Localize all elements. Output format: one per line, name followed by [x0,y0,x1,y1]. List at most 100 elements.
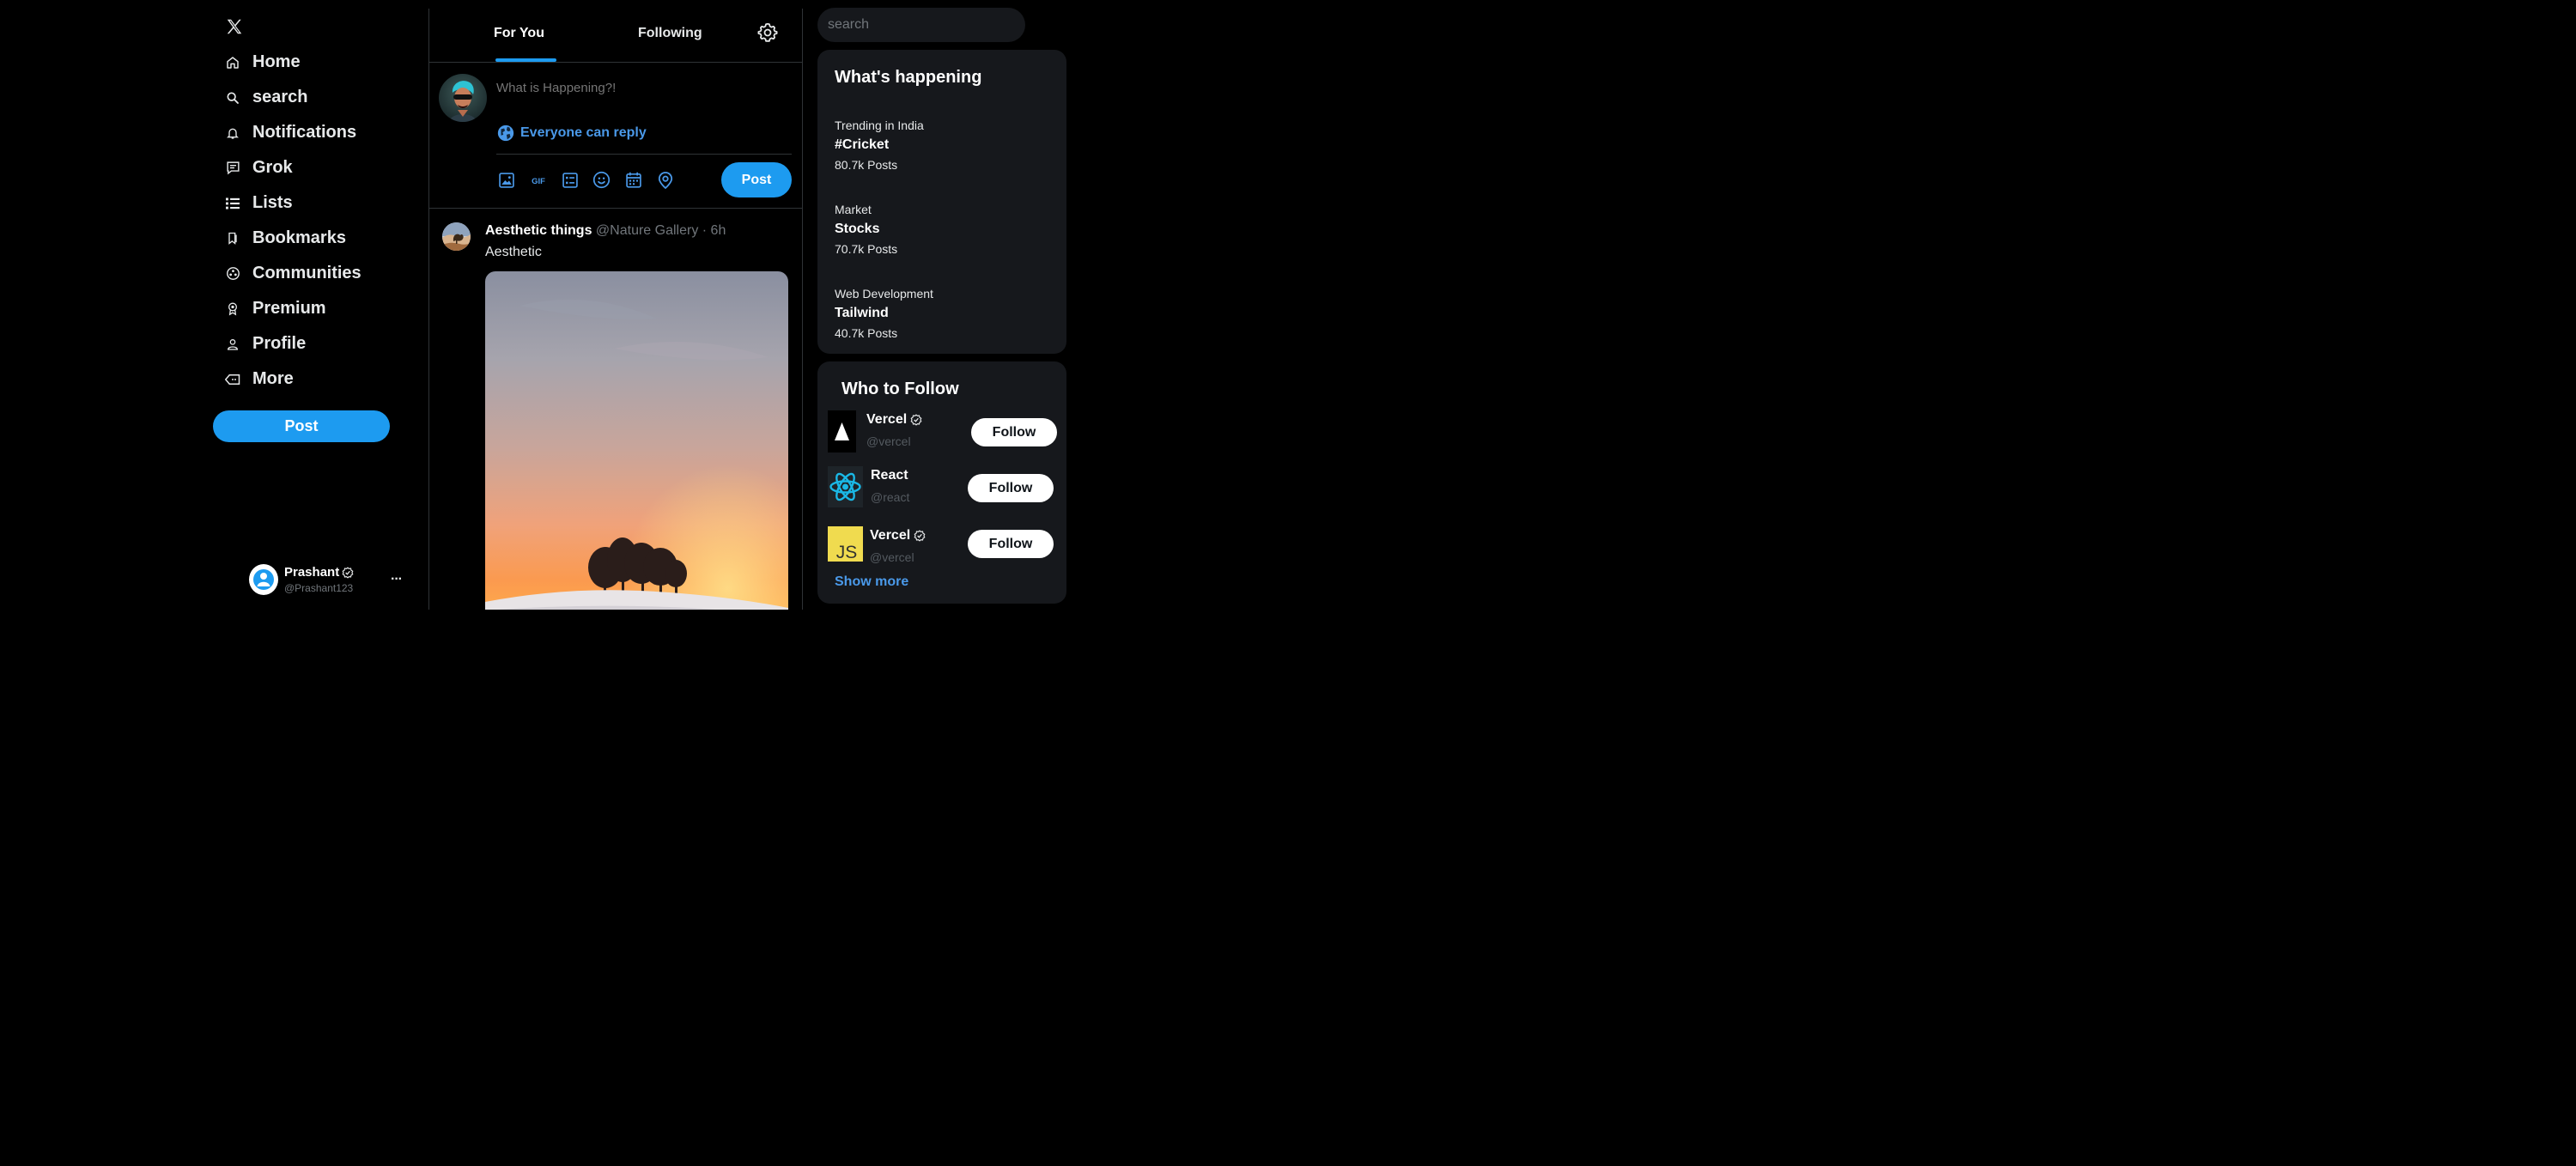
tweet-image[interactable] [485,271,788,610]
x-logo-icon[interactable] [225,17,244,36]
left-sidebar: Home search Notifications Grok Lists Boo… [213,0,428,610]
tweet-separator: · [702,223,708,238]
composer-toolbar: GIF [496,170,675,190]
search-icon [225,90,240,106]
grok-icon [225,161,240,176]
suggestion-name-row: Vercel [870,528,926,544]
tweet-author-handle[interactable]: @Nature Gallery [596,223,698,238]
globe-icon [497,124,514,142]
poll-icon[interactable] [560,170,580,190]
reply-setting[interactable]: Everyone can reply [496,124,647,143]
avatar [249,564,278,595]
follow-button[interactable]: Follow [971,418,1057,446]
suggestion-name-row: Vercel [866,412,922,428]
javascript-logo-icon: JS [828,526,863,562]
follow-suggestion[interactable]: JS Vercel @vercel Follow [828,526,1058,569]
feed-tabs: For You Following [429,9,802,63]
reply-setting-label: Everyone can reply [520,125,647,140]
trend-topic: Stocks [835,222,880,236]
premium-icon [225,301,240,317]
tweet-timestamp[interactable]: 6h [711,223,726,238]
right-divider [802,9,803,610]
nav-item-lists[interactable]: Lists [225,185,361,221]
trend-item[interactable]: Market Stocks 70.7k Posts [835,203,897,256]
account-switcher[interactable]: Prashant @Prashant123 ··· [249,562,429,598]
user-avatar-image [439,74,487,122]
nav-label-notifications: Notifications [252,123,357,142]
image-icon[interactable] [496,170,516,190]
nav-label-bookmarks: Bookmarks [252,228,346,247]
suggestion-handle: @react [871,490,910,504]
react-logo-icon [828,466,863,507]
whats-happening-title: What's happening [835,68,982,87]
author-avatar-image [442,222,471,251]
suggestion-handle: @vercel [870,550,914,564]
suggestion-name-row: React [871,468,908,483]
nav-label-lists: Lists [252,193,293,212]
whats-happening-card: What's happening Trending in India #Cric… [817,50,1066,354]
user-avatar-icon [253,569,274,590]
follow-button[interactable]: Follow [968,474,1054,502]
follow-suggestion[interactable]: React @react Follow [828,466,1058,509]
list-icon [225,196,240,211]
account-names: Prashant @Prashant123 [284,565,354,594]
verified-icon [342,566,354,579]
nav-label-communities: Communities [252,264,361,282]
follow-button[interactable]: Follow [968,530,1054,558]
trend-item[interactable]: Web Development Tailwind 40.7k Posts [835,287,933,340]
nav-item-communities[interactable]: Communities [225,256,361,291]
suggestion-handle: @vercel [866,434,911,448]
bookmark-icon [225,231,240,246]
search-input[interactable] [817,8,1025,42]
follow-suggestion[interactable]: Vercel @vercel Follow [828,410,1058,453]
nav-item-grok[interactable]: Grok [225,150,361,185]
nav-item-premium[interactable]: Premium [225,291,361,326]
gif-icon[interactable]: GIF [528,170,548,190]
nav-label-more: More [252,369,294,388]
tweet-header: Aesthetic things @Nature Gallery · 6h [485,223,726,239]
more-icon [225,372,240,387]
tweet-author-avatar[interactable] [442,222,471,251]
nav-item-profile[interactable]: Profile [225,326,361,361]
compose-post-button[interactable]: Post [721,162,792,197]
tweet-text: Aesthetic [485,245,542,259]
nav-item-more[interactable]: More [225,361,361,397]
account-name: Prashant [284,565,340,580]
trend-category: Trending in India [835,118,924,132]
who-to-follow-card: Who to Follow Vercel @vercel Follow Reac… [817,361,1066,604]
nav-item-bookmarks[interactable]: Bookmarks [225,221,361,256]
trend-topic: #Cricket [835,137,890,152]
nav-item-search[interactable]: search [225,80,361,115]
verified-icon [914,530,926,542]
nav-item-home[interactable]: Home [225,45,361,80]
main-feed: For You Following What is Happening?! Ev… [429,0,802,610]
schedule-icon[interactable] [623,170,643,190]
emoji-icon[interactable] [592,170,611,190]
active-tab-indicator [495,58,556,62]
tweet-author-name[interactable]: Aesthetic things [485,223,592,238]
nav-item-notifications[interactable]: Notifications [225,115,361,150]
account-more-icon[interactable]: ··· [391,572,403,587]
trend-count: 70.7k Posts [835,242,898,256]
suggestion-name: React [871,468,908,483]
profile-icon [225,337,240,352]
svg-text:JS: JS [836,543,858,562]
show-more-link[interactable]: Show more [835,574,908,590]
trend-count: 80.7k Posts [835,158,898,172]
sunset-landscape-image [485,271,788,610]
nav-label-grok: Grok [252,158,293,177]
post-button[interactable]: Post [213,410,390,442]
gear-icon[interactable] [757,22,778,43]
location-icon[interactable] [655,170,675,190]
who-to-follow-title: Who to Follow [841,380,959,398]
tab-following[interactable]: Following [638,26,702,41]
primary-nav: Home search Notifications Grok Lists Boo… [225,45,361,397]
compose-input[interactable] [496,81,788,95]
trend-item[interactable]: Trending in India #Cricket 80.7k Posts [835,118,924,172]
composer-avatar[interactable] [439,74,487,122]
account-handle: @Prashant123 [284,582,354,594]
trend-count: 40.7k Posts [835,326,898,340]
composer-divider [496,154,792,155]
tab-for-you[interactable]: For You [494,26,544,41]
tweet[interactable]: Aesthetic things @Nature Gallery · 6h Ae… [429,210,802,610]
